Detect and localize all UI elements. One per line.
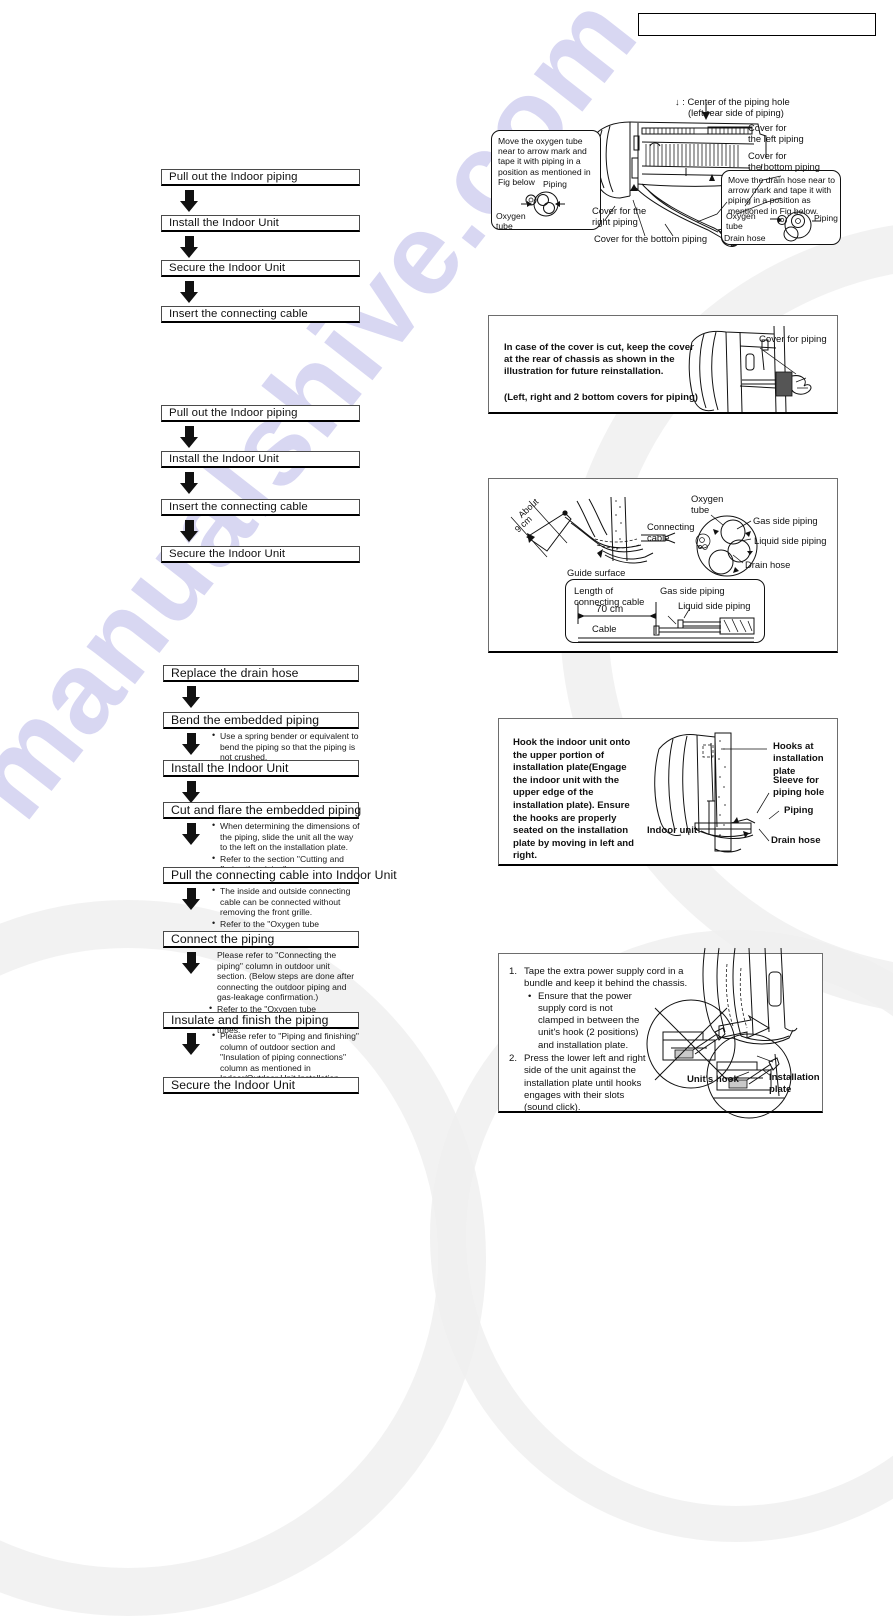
- cable-length-inset: Length of connecting cable Gas side pipi…: [565, 579, 765, 643]
- flow-step-label: Replace the drain hose: [171, 666, 299, 680]
- panel-power-cord: 1. Tape the extra power supply cord in a…: [498, 947, 823, 1119]
- flow-b-step-1: Pull out the Indoor piping: [161, 405, 360, 422]
- hook-unit-leader-lines: [699, 748, 780, 842]
- note-item: When determining the dimensions of the p…: [212, 820, 361, 853]
- cover-cut-text-1: In case of the cover is cut, keep the co…: [504, 342, 694, 353]
- flow-a-step-4: Insert the connecting cable: [161, 306, 360, 323]
- cover-cut-text-4: (Left, right and 2 bottom covers for pip…: [504, 392, 699, 403]
- cable-length-diagram: [577, 602, 755, 643]
- panel-cable-routing: About 9 cm Guide surface Connecting cabl…: [488, 478, 838, 653]
- flow-step-label: Pull out the Indoor piping: [169, 171, 298, 183]
- bundle-leader-lines: [710, 514, 752, 564]
- flow-step-label: Install the Indoor Unit: [169, 453, 279, 465]
- flow-step-label: Secure the Indoor Unit: [171, 1078, 296, 1092]
- flow-step-label: Install the Indoor Unit: [171, 761, 289, 775]
- cover-cut-text-3: illustration for future reinstallation.: [504, 366, 664, 377]
- flow-step-label: Bend the embedded piping: [171, 713, 320, 727]
- flow-c-step-6: Connect the piping: [163, 931, 359, 948]
- flow-a-step-3: Secure the Indoor Unit: [161, 260, 360, 277]
- flow-step-label: Connect the piping: [171, 932, 275, 946]
- cover-leader-line: [759, 347, 797, 375]
- panel-hook-unit: Hook the indoor unit onto the upper port…: [498, 718, 838, 866]
- step-number: 2.: [509, 1053, 518, 1065]
- flow-c-step-8: Secure the Indoor Unit: [163, 1077, 359, 1094]
- flow-step-label: Insert the connecting cable: [169, 308, 308, 320]
- power-cord-leader-lines: [728, 1055, 774, 1081]
- flow-step-label: Pull out the Indoor piping: [169, 407, 298, 419]
- flow-b-step-2: Install the Indoor Unit: [161, 451, 360, 468]
- flow-step-label: Secure the Indoor Unit: [169, 262, 286, 274]
- flow-a-step-2: Install the Indoor Unit: [161, 215, 360, 232]
- flow-c-step-5: Pull the connecting cable into Indoor Un…: [163, 867, 397, 884]
- piping-hole-leader-lines: [604, 175, 782, 237]
- flow-step-label: Install the Indoor Unit: [169, 217, 279, 229]
- flow-step-label: Secure the Indoor Unit: [169, 548, 286, 560]
- label-indoor-unit: Indoor unit: [647, 825, 698, 836]
- flow-a-step-1: Pull out the Indoor piping: [161, 169, 360, 186]
- note-item: Please refer to "Connecting the piping" …: [217, 950, 355, 1003]
- flow-c-step-1: Replace the drain hose: [163, 665, 359, 682]
- callout-piping-label: Piping: [543, 179, 567, 189]
- panel-cover-cut: In case of the cover is cut, keep the co…: [488, 315, 838, 414]
- flow-c-step-2: Bend the embedded piping: [163, 712, 359, 729]
- flow-step-label: Pull the connecting cable into Indoor Un…: [171, 868, 397, 882]
- piping-hole-arrow-down: [702, 102, 710, 120]
- power-cord-step-1-sub: Ensure that the power supply cord is not…: [524, 991, 650, 1052]
- inset-gas-side: Gas side piping: [660, 585, 725, 596]
- step-number: 1.: [509, 966, 518, 977]
- callout-oxygen-tube-label: Oxygen tube: [496, 211, 526, 232]
- step-text: Tape the extra power supply cord in a bu…: [524, 966, 688, 990]
- manual-page: manualshive.com Pull out the Indoor pipi…: [0, 0, 893, 1616]
- step-text: Press the lower left and right side of t…: [524, 1053, 646, 1114]
- flow-b-step-4: Secure the Indoor Unit: [161, 546, 360, 563]
- label-guide-surface: Guide surface: [567, 567, 626, 578]
- flow-c-note-2: Use a spring bender or equivalent to ben…: [211, 730, 361, 764]
- flow-c-step-3: Install the Indoor Unit: [163, 760, 359, 777]
- flow-c-step-4: Cut and flare the embedded piping: [163, 802, 362, 819]
- flow-c-step-7: Insulate and finish the piping: [163, 1012, 359, 1029]
- flow-step-label: Insulate and finish the piping: [171, 1013, 329, 1027]
- flow-step-label: Cut and flare the embedded piping: [171, 803, 362, 817]
- flow-b-step-3: Insert the connecting cable: [161, 499, 360, 516]
- cover-cut-text-2: at the rear of chassis as shown in the: [504, 354, 675, 365]
- note-item: Use a spring bender or equivalent to ben…: [212, 730, 361, 763]
- note-item: The inside and outside connecting cable …: [212, 885, 361, 918]
- header-title-box: [638, 13, 876, 36]
- power-cord-step-1: 1. Tape the extra power supply cord in a…: [509, 966, 705, 991]
- flow-step-label: Insert the connecting cable: [169, 501, 308, 513]
- hook-unit-text: Hook the indoor unit onto the upper port…: [513, 737, 634, 862]
